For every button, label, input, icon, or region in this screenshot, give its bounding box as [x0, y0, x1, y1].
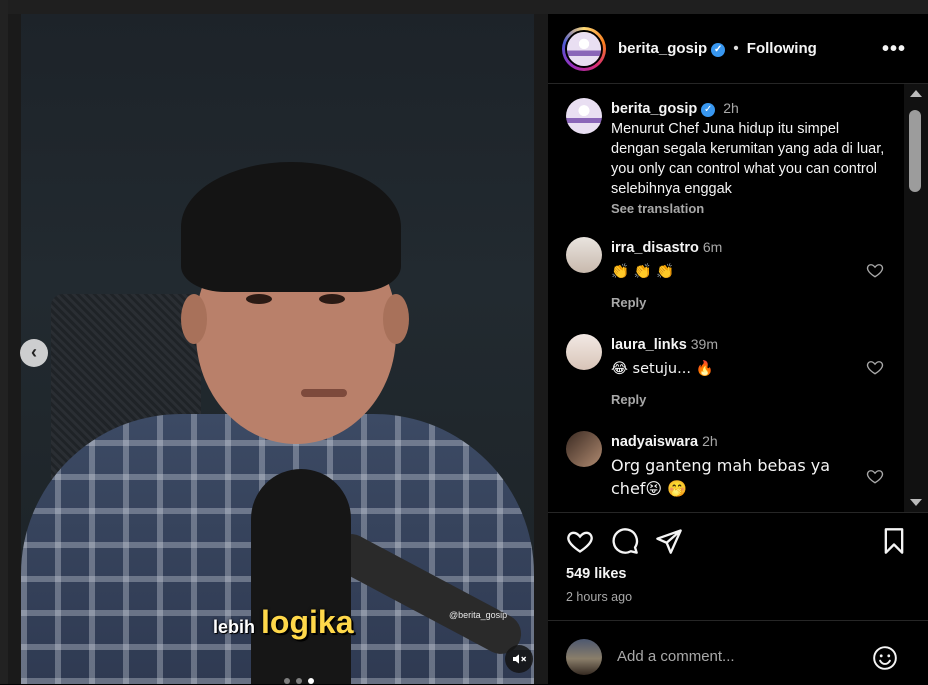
scrollbar-thumb[interactable] — [909, 110, 921, 192]
carousel-dot — [284, 678, 290, 684]
person-eye-right — [319, 294, 345, 304]
like-comment-heart-icon[interactable] — [866, 358, 884, 376]
verified-badge-icon: ✓ — [711, 43, 726, 57]
comment-text: 😂 setuju... 🔥 — [611, 361, 714, 377]
current-user-avatar — [566, 639, 602, 675]
carousel-dot-active — [308, 678, 314, 684]
caption-username[interactable]: berita_gosip — [611, 101, 697, 117]
comment-text: 👏 👏 👏 — [611, 264, 675, 280]
scroll-up-arrow-icon[interactable] — [910, 90, 922, 97]
emoji-picker-icon[interactable] — [872, 645, 898, 671]
add-comment-input[interactable]: Add a comment... — [617, 648, 735, 665]
comment-body: laura_links 39m 😂 setuju... 🔥 Reply — [611, 334, 861, 410]
post-actions: 549 likes 2 hours ago — [548, 512, 928, 613]
comment-bubble-icon[interactable] — [611, 527, 639, 555]
carousel-dot — [296, 678, 302, 684]
person-mouth — [301, 389, 347, 397]
save-bookmark-icon[interactable] — [880, 527, 908, 555]
comment-time: 39m — [690, 336, 718, 352]
watermark: @berita_gosip — [449, 610, 508, 620]
caption-time: 2h — [723, 100, 739, 116]
likes-count[interactable]: 549 likes — [566, 566, 626, 582]
comment-username[interactable]: irra_disastro — [611, 240, 699, 256]
carousel-indicator — [284, 678, 314, 684]
comment-body: nadyaiswara 2h Org ganteng mah bebas ya c… — [611, 431, 861, 500]
reply-button[interactable]: Reply — [611, 390, 861, 410]
speaker-muted-icon — [513, 654, 527, 664]
microphone — [251, 469, 351, 684]
previous-slide-button[interactable]: ‹ — [20, 339, 48, 367]
caption-avatar[interactable] — [566, 98, 602, 134]
caption-text: Menurut Chef Juna hidup itu simpel denga… — [611, 121, 885, 197]
commenter-avatar[interactable] — [566, 431, 602, 467]
comment-time: 6m — [702, 239, 723, 255]
commenter-avatar[interactable] — [566, 334, 602, 370]
like-heart-icon[interactable] — [566, 527, 594, 555]
following-button[interactable]: Following — [747, 40, 817, 57]
subtitle-small: lebih — [213, 617, 256, 637]
subtitle-big: logika — [261, 604, 354, 640]
comment-body: irra_disastro 6m 👏 👏 👏 Reply — [611, 237, 861, 313]
comment-username[interactable]: laura_links — [611, 337, 687, 353]
like-comment-heart-icon[interactable] — [866, 261, 884, 279]
author-avatar[interactable] — [562, 27, 606, 71]
person-hair — [181, 162, 401, 292]
more-options-button[interactable]: ••• — [882, 38, 906, 61]
post-side-panel: berita_gosip ✓ • Following ••• berita_gos… — [548, 14, 928, 684]
add-comment-bar: Add a comment... — [548, 620, 928, 685]
more-dots-icon: ••• — [882, 38, 907, 60]
post-header: berita_gosip ✓ • Following ••• — [548, 14, 928, 84]
person-ear-left — [181, 294, 207, 344]
comments-list[interactable]: berita_gosip ✓ 2h Menurut Chef Juna hidup… — [548, 84, 908, 512]
person-ear-right — [383, 294, 409, 344]
commenter-avatar[interactable] — [566, 237, 602, 273]
post-dialog: lebih logika @berita_gosip ‹ berita_gosi… — [0, 0, 928, 684]
header-separator: • — [733, 40, 739, 57]
reply-button[interactable]: Reply — [611, 293, 861, 313]
verified-badge-icon: ✓ — [701, 103, 716, 117]
share-send-icon[interactable] — [655, 527, 683, 555]
see-translation-link[interactable]: See translation — [611, 199, 891, 219]
comment-text: Org ganteng mah bebas ya chef😝 🤭 — [611, 456, 831, 498]
header-author: berita_gosip ✓ • Following — [618, 40, 817, 57]
scroll-down-arrow-icon[interactable] — [910, 499, 922, 506]
person-eye-left — [246, 294, 272, 304]
post-timestamp[interactable]: 2 hours ago — [566, 590, 632, 604]
overlay-backdrop-top[interactable] — [0, 0, 928, 14]
caption-body: berita_gosip ✓ 2h Menurut Chef Juna hidup… — [611, 98, 891, 219]
avatar-image — [565, 30, 603, 68]
mute-toggle-button[interactable] — [505, 645, 533, 673]
chevron-left-icon: ‹ — [31, 342, 37, 362]
like-comment-heart-icon[interactable] — [866, 467, 884, 485]
post-media[interactable]: lebih logika @berita_gosip — [21, 14, 534, 684]
author-username[interactable]: berita_gosip — [618, 40, 707, 57]
comment-time: 2h — [702, 433, 718, 449]
comments-scrollbar[interactable] — [904, 84, 928, 512]
overlay-backdrop-left[interactable] — [0, 0, 8, 684]
comment-username[interactable]: nadyaiswara — [611, 434, 698, 450]
video-subtitle: lebih logika — [213, 604, 353, 641]
